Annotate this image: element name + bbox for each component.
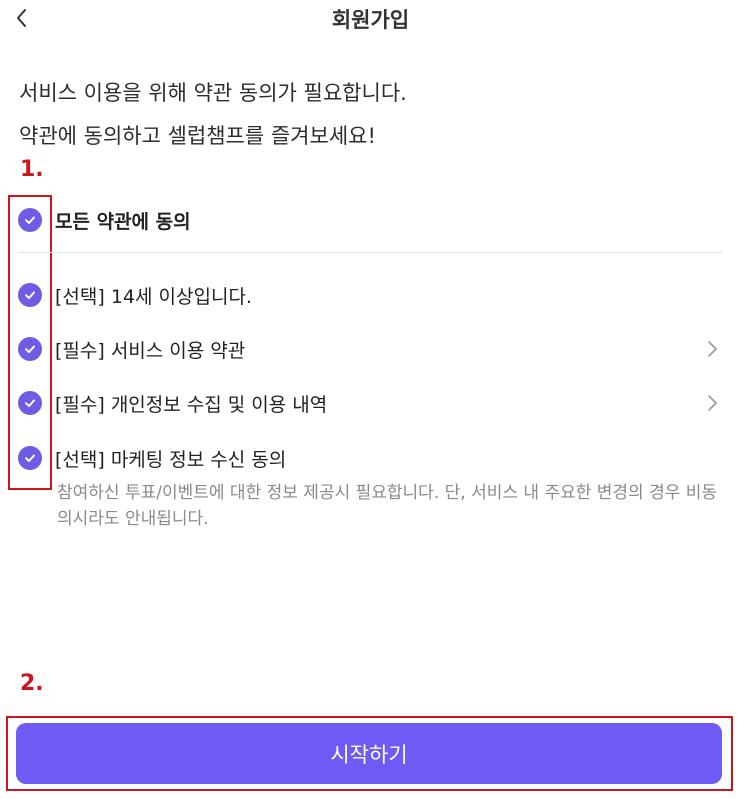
agree-all-checkbox[interactable] — [18, 208, 42, 232]
intro-text-line1: 서비스 이용을 위해 약관 동의가 필요합니다. — [19, 81, 407, 105]
term-checkbox-age[interactable] — [18, 283, 42, 307]
check-icon — [25, 454, 35, 462]
check-icon — [25, 216, 35, 224]
term-row-privacy[interactable]: [필수] 개인정보 수집 및 이용 내역 — [18, 388, 725, 418]
check-icon — [25, 399, 35, 407]
term-label-service: [필수] 서비스 이용 약관 — [55, 339, 246, 362]
term-label-privacy: [필수] 개인정보 수집 및 이용 내역 — [55, 393, 328, 416]
chevron-right-icon[interactable] — [705, 339, 719, 359]
check-icon — [25, 291, 35, 299]
intro-text-line2: 약관에 동의하고 셀럽챔프를 즐겨보세요! — [19, 124, 376, 148]
start-button[interactable]: 시작하기 — [16, 723, 722, 784]
agree-all-label: 모든 약관에 동의 — [55, 210, 191, 233]
annotation-label-2: 2. — [20, 671, 44, 696]
agree-all-row[interactable]: 모든 약관에 동의 — [18, 205, 725, 235]
term-row-marketing[interactable]: [선택] 마케팅 정보 수신 동의 — [18, 443, 725, 473]
page-title: 회원가입 — [331, 8, 410, 32]
term-row-service[interactable]: [필수] 서비스 이용 약관 — [18, 334, 725, 364]
check-icon — [25, 345, 35, 353]
term-label-age: [선택] 14세 이상입니다. — [55, 285, 252, 308]
chevron-right-icon[interactable] — [705, 393, 719, 413]
top-bar: 회원가입 — [0, 0, 741, 38]
term-row-age[interactable]: [선택] 14세 이상입니다. — [18, 280, 725, 310]
term-label-marketing: [선택] 마케팅 정보 수신 동의 — [55, 448, 287, 471]
term-checkbox-marketing[interactable] — [18, 446, 42, 470]
annotation-label-1: 1. — [20, 157, 44, 182]
term-checkbox-service[interactable] — [18, 337, 42, 361]
marketing-description: 참여하신 투표/이벤트에 대한 정보 제공시 필요합니다. 단, 서비스 내 주… — [57, 483, 718, 529]
divider — [18, 252, 723, 253]
term-checkbox-privacy[interactable] — [18, 391, 42, 415]
